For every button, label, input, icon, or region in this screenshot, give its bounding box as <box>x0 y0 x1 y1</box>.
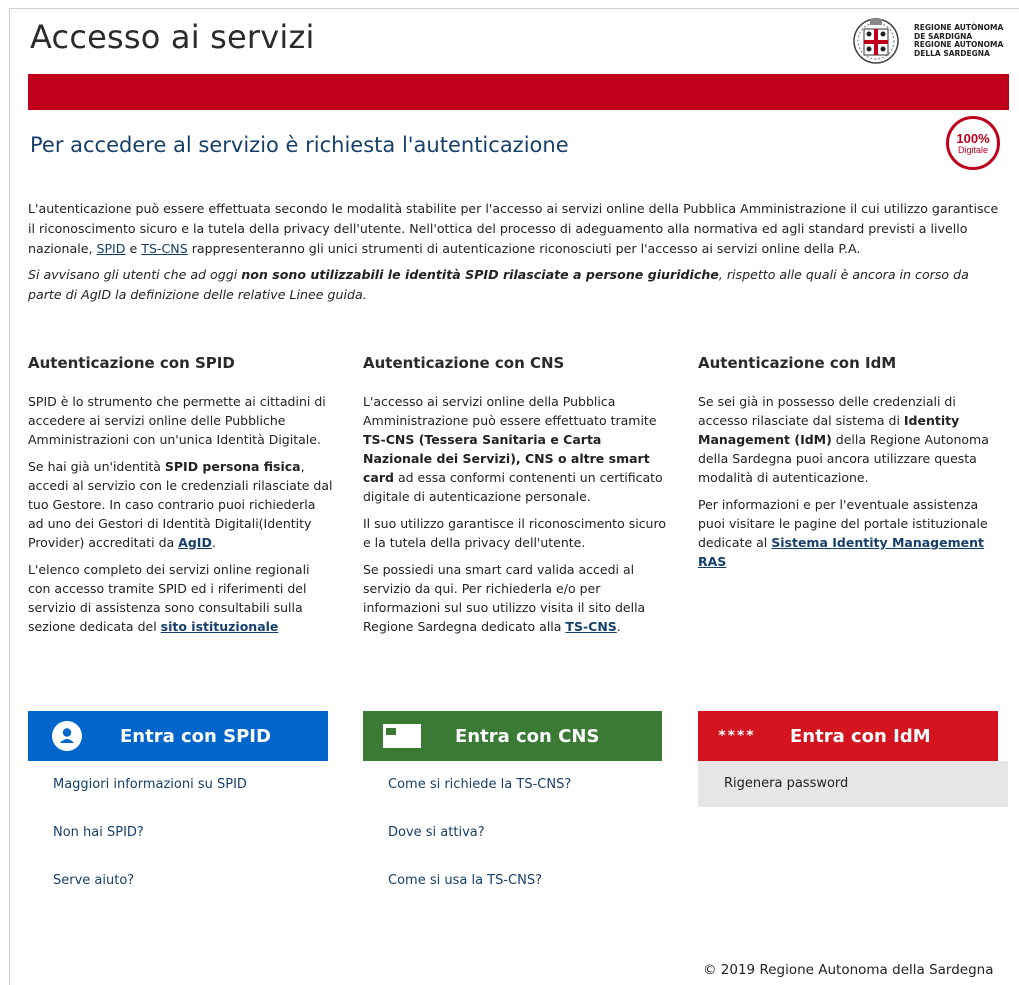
region-logo[interactable]: REGIONE AUTÒNOMA DE SARDIGNA REGIONE AUT… <box>844 16 1003 66</box>
idm-button-label: Entra con IdM <box>790 725 931 747</box>
ts-cns-site-link[interactable]: TS-CNS <box>565 619 616 634</box>
cns-icon-box <box>363 711 441 761</box>
intro-text-part: rappresenteranno gli unici strumenti di … <box>187 241 861 256</box>
intro-text-part: e <box>125 241 142 256</box>
user-icon <box>52 721 82 751</box>
spid-icon-box <box>28 711 106 761</box>
cns-text-part: ad essa conformi contenenti un certifica… <box>363 470 663 504</box>
auth-heading: Per accedere al servizio è richiesta l'a… <box>30 133 569 157</box>
intro-text: L'autenticazione può essere effettuata s… <box>28 199 1003 311</box>
idm-heading: Autenticazione con IdM <box>698 354 897 372</box>
cns-heading: Autenticazione con CNS <box>363 354 565 372</box>
regenerate-password-link[interactable]: Rigenera password <box>698 761 1008 807</box>
cns-paragraph: L'accesso ai servizi online della Pubbli… <box>363 392 669 506</box>
sito-istituzionale-link[interactable]: sito istituzionale <box>161 619 279 634</box>
spid-heading: Autenticazione con SPID <box>28 354 235 372</box>
spid-paragraph: Se hai già un'identità SPID persona fisi… <box>28 457 334 552</box>
idm-icon-box: **** <box>698 711 776 761</box>
cns-text-part: L'accesso ai servizi online della Pubbli… <box>363 394 657 428</box>
agid-link[interactable]: AgID <box>178 535 212 550</box>
intro-paragraph: L'autenticazione può essere effettuata s… <box>28 199 1003 259</box>
badge-number: 100% <box>956 130 990 146</box>
badge-label: Digitale <box>957 144 988 155</box>
cns-request-link[interactable]: Come si richiede la TS-CNS? <box>388 777 571 825</box>
cns-usage-link[interactable]: Come si usa la TS-CNS? <box>388 873 571 921</box>
cns-links: Come si richiede la TS-CNS? Dove si atti… <box>388 777 571 921</box>
footer-copyright: © 2019 Regione Autonoma della Sardegna <box>703 962 994 978</box>
sardinia-crest-icon <box>853 18 899 64</box>
smart-card-icon <box>383 724 421 748</box>
spid-paragraph: L'elenco completo dei servizi online reg… <box>28 560 334 636</box>
cns-section: Autenticazione con CNS L'accesso ai serv… <box>363 354 669 644</box>
idm-section: Autenticazione con IdM Se sei già in pos… <box>698 354 1004 579</box>
spid-info-link[interactable]: Maggiori informazioni su SPID <box>53 777 247 825</box>
spid-section: Autenticazione con SPID SPID è lo strume… <box>28 354 334 644</box>
entra-con-cns-button[interactable]: Entra con CNS <box>363 711 662 761</box>
entra-con-spid-button[interactable]: Entra con SPID <box>28 711 328 761</box>
spid-text-part: . <box>211 535 216 550</box>
spid-bold: SPID persona fisica <box>164 459 301 474</box>
logo-text: REGIONE AUTÒNOMA DE SARDIGNA REGIONE AUT… <box>914 23 1003 58</box>
cns-paragraph: Il suo utilizzo garantisce il riconoscim… <box>363 516 666 550</box>
spid-button-label: Entra con SPID <box>120 725 271 747</box>
password-asterisks-icon: **** <box>718 728 756 744</box>
spid-paragraph: SPID è lo strumento che permette ai citt… <box>28 394 326 447</box>
page-title: Accesso ai servizi <box>30 18 315 56</box>
notice-bold: non sono utilizzabili le identità SPID r… <box>241 267 719 282</box>
digitale-badge: 100% Digitale <box>946 116 1000 170</box>
header-red-band <box>28 74 1009 110</box>
cns-activate-link[interactable]: Dove si attiva? <box>388 825 571 873</box>
spid-links: Maggiori informazioni su SPID Non hai SP… <box>53 777 247 921</box>
spid-text-part: Se hai già un'identità <box>28 459 165 474</box>
entra-con-idm-button[interactable]: **** Entra con IdM <box>698 711 998 761</box>
cns-text-part: . <box>616 619 621 634</box>
no-spid-link[interactable]: Non hai SPID? <box>53 825 247 873</box>
idm-paragraph: Se sei già in possesso delle credenziali… <box>698 392 1004 487</box>
cns-paragraph: Se possiedi una smart card valida accedi… <box>363 560 669 636</box>
idm-paragraph: Per informazioni e per l'eventuale assis… <box>698 495 1004 571</box>
spid-help-link[interactable]: Serve aiuto? <box>53 873 247 921</box>
notice-paragraph: Si avvisano gli utenti che ad oggi non s… <box>28 265 1003 305</box>
notice-text-part: Si avvisano gli utenti che ad oggi <box>28 267 242 282</box>
cns-button-label: Entra con CNS <box>455 725 600 747</box>
spid-link[interactable]: SPID <box>96 241 125 256</box>
logo-line: DELLA SARDEGNA <box>914 48 990 58</box>
ts-cns-link[interactable]: TS-CNS <box>141 241 187 256</box>
